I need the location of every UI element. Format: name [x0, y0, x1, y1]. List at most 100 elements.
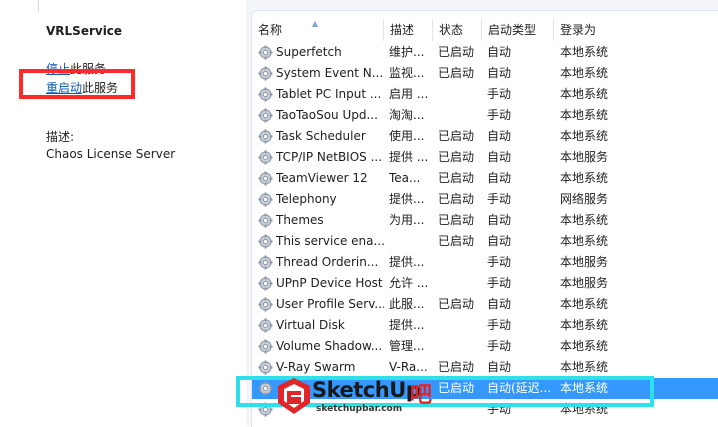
service-name: Superfetch [276, 45, 342, 59]
service-name: Task Scheduler [276, 129, 366, 143]
table-row[interactable]: Themes 为用... 已启动 自动 本地系统 [252, 210, 718, 231]
service-name: TCP/IP NetBIOS ... [276, 150, 383, 164]
service-desc: 允许 ... [389, 276, 429, 290]
service-logon: 本地系统 [560, 339, 609, 353]
watermark-brand-suffix: 吧 [410, 383, 433, 408]
service-gear-icon [258, 297, 273, 312]
service-gear-icon [258, 255, 273, 270]
service-gear-icon [258, 276, 273, 291]
service-startup-type: 自动 [487, 213, 512, 227]
table-row[interactable]: TCP/IP NetBIOS ... 提供 ... 已启动 自动 本地服务 [252, 147, 718, 168]
service-desc: 提供 ... [389, 150, 429, 164]
service-startup-type: 手动 [487, 108, 512, 122]
service-logon: 本地系统 [560, 297, 609, 311]
service-name: TaoTaoSou Upd... [276, 108, 378, 122]
service-logon: 本地服务 [560, 150, 609, 164]
service-name: Thread Orderin... [276, 255, 379, 269]
table-row[interactable]: Thread Orderin... 提供... 手动 本地服务 [252, 252, 718, 273]
service-startup-type: 手动 [487, 318, 512, 332]
watermark-logo: SketchUp 吧 sketchupbar.com [276, 377, 444, 417]
service-status: 已启动 [438, 66, 475, 80]
service-logon: 本地系统 [560, 213, 609, 227]
table-row[interactable]: Superfetch 维护... 已启动 自动 本地系统 [252, 42, 718, 63]
table-row[interactable]: System Event N... 监视... 已启动 自动 本地系统 [252, 63, 718, 84]
service-logon: 本地服务 [560, 276, 609, 290]
service-name: Virtual Disk [276, 318, 345, 332]
column-header-name[interactable]: ▲ 名称 [252, 19, 384, 41]
service-desc: Tea... [389, 171, 421, 185]
service-startup-type: 手动 [487, 192, 512, 206]
service-startup-type: 手动 [487, 87, 512, 101]
service-desc: 启用 ... [389, 87, 429, 101]
service-name: This service ena... [276, 234, 384, 248]
service-logon: 本地系统 [560, 129, 609, 143]
service-desc: 管理... [389, 339, 425, 353]
description-text: Chaos License Server [46, 147, 176, 161]
service-startup-type: 自动 [487, 150, 512, 164]
services-list-panel: ▲ 名称 描述 状态 启动类型 登录为 Superfetch 维护... 已启动 自动… [246, 0, 718, 427]
service-status: 已启动 [438, 234, 475, 248]
service-gear-icon [258, 234, 273, 249]
column-header-startup[interactable]: 启动类型 [482, 19, 554, 41]
column-header-desc-label: 描述 [390, 23, 415, 37]
table-row[interactable]: This service ena... 已启动 自动 本地系统 [252, 231, 718, 252]
service-logon: 本地系统 [560, 66, 609, 80]
column-header-logon[interactable]: 登录为 [554, 19, 718, 41]
service-logon: 本地系统 [560, 45, 609, 59]
service-startup-type: 自动 [487, 234, 512, 248]
sort-ascending-icon: ▲ [312, 19, 319, 28]
table-row[interactable]: V-Ray Swarm V-Ra... 已启动 自动 本地系统 [252, 357, 718, 378]
sketchup-logo-icon [278, 378, 310, 414]
service-gear-icon [258, 150, 273, 165]
service-desc: 此服... [389, 297, 425, 311]
service-desc: 提供... [389, 255, 425, 269]
service-desc: 监视... [389, 66, 425, 80]
panel-divider [38, 0, 39, 12]
service-name: UPnP Device Host [276, 276, 383, 290]
service-gear-icon [258, 192, 273, 207]
service-status: 已启动 [438, 150, 475, 164]
service-gear-icon [258, 360, 273, 375]
list-header: ▲ 名称 描述 状态 启动类型 登录为 [252, 19, 718, 41]
services-list[interactable]: ▲ 名称 描述 状态 启动类型 登录为 Superfetch 维护... 已启动 自动… [251, 10, 718, 427]
service-status: 已启动 [438, 213, 475, 227]
service-desc: 淘淘... [389, 108, 425, 122]
service-startup-type: 手动 [487, 276, 512, 290]
service-gear-icon [258, 66, 273, 81]
service-logon: 本地系统 [560, 87, 609, 101]
service-title: VRLService [46, 24, 123, 38]
service-gear-icon [258, 213, 273, 228]
service-logon: 网络服务 [560, 192, 609, 206]
service-gear-icon [258, 339, 273, 354]
service-name: TeamViewer 12 [276, 171, 368, 185]
table-row[interactable]: TaoTaoSou Upd... 淘淘... 手动 本地系统 [252, 105, 718, 126]
column-header-name-label: 名称 [258, 23, 283, 37]
service-gear-icon [258, 87, 273, 102]
table-row[interactable]: User Profile Serv... 此服... 已启动 自动 本地系统 [252, 294, 718, 315]
watermark-brand: SketchUp [312, 378, 421, 402]
column-header-status-label: 状态 [439, 23, 464, 37]
service-name: Telephony [276, 192, 337, 206]
table-row[interactable]: Telephony 提供... 已启动 手动 网络服务 [252, 189, 718, 210]
table-row[interactable]: Virtual Disk 提供... 手动 本地系统 [252, 315, 718, 336]
table-row[interactable]: Task Scheduler 使用... 已启动 自动 本地系统 [252, 126, 718, 147]
watermark-site: sketchupbar.com [316, 404, 403, 414]
service-startup-type: 自动 [487, 45, 512, 59]
service-status: 已启动 [438, 360, 475, 374]
table-row[interactable]: Volume Shadow... 管理... 手动 本地系统 [252, 336, 718, 357]
service-desc: V-Ra... [389, 360, 428, 374]
column-header-status[interactable]: 状态 [433, 19, 482, 41]
table-row[interactable]: TeamViewer 12 Tea... 已启动 自动 本地系统 [252, 168, 718, 189]
service-name: V-Ray Swarm [276, 360, 356, 374]
service-name: Volume Shadow... [276, 339, 383, 353]
table-row[interactable]: UPnP Device Host 允许 ... 手动 本地服务 [252, 273, 718, 294]
service-status: 已启动 [438, 45, 475, 59]
column-header-desc[interactable]: 描述 [384, 19, 433, 41]
column-header-logon-label: 登录为 [560, 23, 597, 37]
service-gear-icon [258, 108, 273, 123]
service-desc: 使用... [389, 129, 425, 143]
table-row[interactable]: Tablet PC Input ... 启用 ... 手动 本地系统 [252, 84, 718, 105]
service-startup-type: 自动 [487, 66, 512, 80]
service-name: System Event N... [276, 66, 384, 80]
service-logon: 本地系统 [560, 234, 609, 248]
